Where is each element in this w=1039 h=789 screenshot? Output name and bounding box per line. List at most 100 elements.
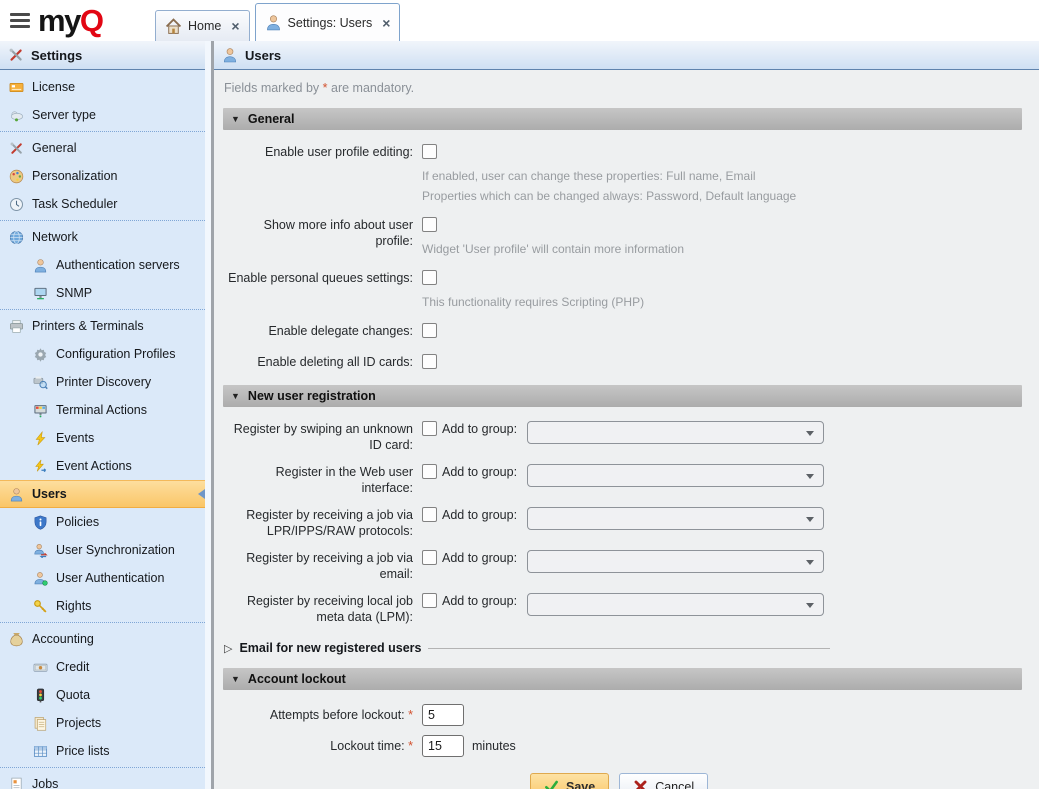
subsection-rule — [428, 648, 830, 649]
myq-logo: myQ — [38, 0, 102, 41]
register-by-receiving-a-job-via-email-checkbox[interactable] — [422, 550, 437, 565]
section-header-general[interactable]: ▼General — [223, 108, 1022, 130]
save-button[interactable]: Save — [530, 773, 609, 789]
enable-personal-queues-settings-checkbox[interactable] — [422, 270, 437, 285]
field-label: Enable delegate changes: — [223, 323, 413, 339]
field-suffix: minutes — [472, 739, 516, 753]
sidebar-item-network[interactable]: Network — [0, 223, 205, 251]
subsection-title: Email for new registered users — [239, 641, 421, 655]
sidebar-item-quota[interactable]: Quota — [0, 681, 205, 709]
nav-divider — [0, 131, 205, 132]
user-icon — [265, 14, 282, 31]
attempts-before-lockout-input[interactable] — [422, 704, 464, 726]
show-more-info-about-user-profile-checkbox[interactable] — [422, 217, 437, 232]
home-icon — [165, 18, 182, 35]
tab-bar: Home × Settings: Users × — [155, 3, 400, 41]
form-row-register-by-receiving-a-job-via-email: Register by receiving a job via email:Ad… — [223, 550, 1022, 582]
register-by-receiving-local-job-meta-data-lpm-checkbox[interactable] — [422, 593, 437, 608]
nav-divider — [0, 767, 205, 768]
field-label: Enable deleting all ID cards: — [223, 354, 413, 370]
sidebar-header: Settings — [0, 41, 205, 70]
sidebar-item-user-synchronization[interactable]: User Synchronization — [0, 536, 205, 564]
field-control — [422, 354, 437, 372]
sidebar-item-terminal-actions[interactable]: Terminal Actions — [0, 396, 205, 424]
enable-deleting-all-id-cards-checkbox[interactable] — [422, 354, 437, 369]
form-row-register-by-swiping-an-unknown-id-card: Register by swiping an unknown ID card:A… — [223, 421, 1022, 453]
sidebar-item-task-scheduler[interactable]: Task Scheduler — [0, 190, 205, 218]
sidebar-jobs-icon — [9, 777, 24, 789]
tab-label: Settings: Users — [288, 16, 373, 30]
add-to-group-label: Add to group: — [442, 421, 527, 436]
section-expanded-icon: ▼ — [231, 114, 240, 124]
add-to-group-label: Add to group: — [442, 593, 527, 608]
tab-home[interactable]: Home × — [155, 10, 250, 41]
sidebar-item-projects[interactable]: Projects — [0, 709, 205, 737]
sidebar-item-snmp[interactable]: SNMP — [0, 279, 205, 307]
field-control: If enabled, user can change these proper… — [422, 144, 796, 204]
tools-icon — [8, 47, 24, 63]
enable-user-profile-editing-checkbox[interactable] — [422, 144, 437, 159]
sidebar-item-price-lists[interactable]: Price lists — [0, 737, 205, 765]
form-row-lockout-time: Lockout time: * minutes — [223, 735, 1022, 757]
sidebar-item-label: User Synchronization — [56, 543, 175, 557]
sidebar-item-general[interactable]: General — [0, 134, 205, 162]
sidebar-item-events[interactable]: Events — [0, 424, 205, 452]
form-row-enable-user-profile-editing: Enable user profile editing: If enabled, … — [223, 144, 1022, 204]
sidebar-item-label: User Authentication — [56, 571, 164, 585]
sidebar-price-lists-icon — [33, 744, 48, 759]
sidebar-item-policies[interactable]: Policies — [0, 508, 205, 536]
button-label: Save — [566, 780, 595, 789]
sidebar-item-label: General — [32, 141, 76, 155]
sidebar-item-event-actions[interactable]: Event Actions — [0, 452, 205, 480]
sidebar-projects-icon — [33, 716, 48, 731]
register-by-swiping-an-unknown-id-card-checkbox[interactable] — [422, 421, 437, 436]
field-control: Widget 'User profile' will contain more … — [422, 217, 684, 257]
field-label: Lockout time: * — [223, 735, 413, 757]
sidebar-item-accounting[interactable]: Accounting — [0, 625, 205, 653]
close-icon[interactable]: × — [231, 19, 239, 33]
register-by-receiving-local-job-meta-data-lpm-group-select[interactable] — [527, 593, 824, 616]
close-icon[interactable]: × — [382, 16, 390, 30]
sidebar-item-jobs[interactable]: Jobs — [0, 770, 205, 789]
sidebar-printers-terminals-icon — [9, 319, 24, 334]
register-by-receiving-a-job-via-lpr-ipps-raw-protocols-checkbox[interactable] — [422, 507, 437, 522]
tab-label: Home — [188, 19, 221, 33]
chevron-down-icon — [806, 517, 814, 522]
tab-settings-users[interactable]: Settings: Users × — [255, 3, 401, 41]
enable-delegate-changes-checkbox[interactable] — [422, 323, 437, 338]
sidebar-item-license[interactable]: License — [0, 73, 205, 101]
chevron-down-icon — [806, 603, 814, 608]
mandatory-asterisk: * — [408, 739, 413, 753]
sidebar-item-configuration-profiles[interactable]: Configuration Profiles — [0, 340, 205, 368]
subsection-email-for-new-registered-users[interactable]: ▷Email for new registered users — [224, 641, 830, 655]
check-icon — [544, 779, 559, 789]
register-in-the-web-user-interface-group-select[interactable] — [527, 464, 824, 487]
sidebar-item-credit[interactable]: Credit — [0, 653, 205, 681]
hamburger-menu-icon[interactable] — [10, 13, 30, 28]
sidebar-item-user-authentication[interactable]: User Authentication — [0, 564, 205, 592]
sidebar-item-users[interactable]: Users — [0, 480, 205, 508]
sidebar-item-label: Jobs — [32, 777, 58, 789]
register-by-receiving-a-job-via-lpr-ipps-raw-protocols-group-select[interactable] — [527, 507, 824, 530]
sidebar-item-server-type[interactable]: Server type — [0, 101, 205, 129]
register-by-receiving-a-job-via-email-group-select[interactable] — [527, 550, 824, 573]
register-in-the-web-user-interface-checkbox[interactable] — [422, 464, 437, 479]
sidebar-nav: LicenseServer type General Personalization… — [0, 70, 205, 789]
field-label: Enable user profile editing: — [223, 144, 413, 160]
sidebar-item-personalization[interactable]: Personalization — [0, 162, 205, 190]
register-by-swiping-an-unknown-id-card-group-select[interactable] — [527, 421, 824, 444]
sidebar-item-printers-terminals[interactable]: Printers & Terminals — [0, 312, 205, 340]
sidebar-events-icon — [33, 431, 48, 446]
user-icon — [222, 47, 238, 63]
sidebar-item-rights[interactable]: Rights — [0, 592, 205, 620]
help-text: Widget 'User profile' will contain more … — [422, 241, 684, 257]
sidebar-personalization-icon — [9, 169, 24, 184]
section-header-account-lockout[interactable]: ▼Account lockout — [223, 668, 1022, 690]
sidebar-item-label: Printer Discovery — [56, 375, 151, 389]
section-header-new-user-registration[interactable]: ▼New user registration — [223, 385, 1022, 407]
lockout-time-input[interactable] — [422, 735, 464, 757]
sidebar-item-authentication-servers[interactable]: Authentication servers — [0, 251, 205, 279]
sidebar-configuration-profiles-icon — [33, 347, 48, 362]
sidebar-item-printer-discovery[interactable]: Printer Discovery — [0, 368, 205, 396]
cancel-button[interactable]: Cancel — [619, 773, 708, 789]
